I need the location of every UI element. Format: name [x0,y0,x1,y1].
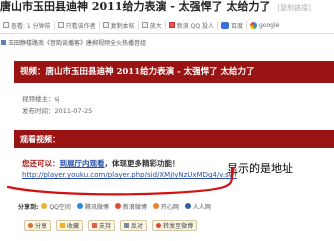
share-service-label: 新浪微博 [122,203,147,211]
toolbar-label: 复制本帖 [110,22,135,30]
baidu-icon [220,21,229,29]
toolbar-label: 查看: 1 分钟前 [11,22,51,30]
zoom-icon [141,22,148,28]
annotation-text: 显示的是地址 [227,162,293,175]
share-kaixin[interactable]: 开心网 [152,202,179,211]
eye-icon [3,22,9,28]
video-title-banner: 视频：唐山市玉田县迪神 2011给力表演 - 太强悍了 太给力了 [14,61,334,83]
share-renren[interactable]: 人人网 [184,202,211,211]
post-actions: 分享 收藏 支持 反对 转发至微博 [24,218,334,232]
forum-icon [1,39,6,45]
video-uploader: 视频楼主：sj [22,95,60,103]
star-icon [60,222,66,228]
support-button[interactable]: 支持 [88,219,116,231]
sina-weibo-icon [114,203,121,209]
copy-link-tag[interactable]: [复制链接] [277,4,310,12]
gallery-link[interactable]: 到展厅内观看 [60,159,105,168]
breadcrumb[interactable]: 玉田静楼路南《音韵谈播客》唐柳视频全火热播音组 [0,37,334,47]
toolbar-label: 百度 [230,22,243,30]
post-toolbar: 查看: 1 分钟前 只看该作者 复制本帖 放大 新浪 QQ 投人 百度 goog… [0,18,334,32]
share-bar: 分享到: QQ空间 腾讯微博 新浪微博 开心网 人人网 [18,200,318,212]
action-label: 转发至微博 [163,222,194,230]
action-label: 分享 [35,222,48,230]
video-url-link[interactable]: http://player.youku.com/player.php/sid/X… [22,171,237,179]
toolbar-item-zoom[interactable]: 放大 [139,20,166,30]
toolbar-item-baidu[interactable]: 百度 [218,20,247,30]
share-qzone[interactable]: QQ空间 [41,202,71,211]
breadcrumb-text: 玉田静楼路南《音韵谈播客》唐柳视频全火热播音组 [8,39,147,47]
page-title-text: 唐山市玉田县迪神 2011给力表演 - 太强悍了 太给力了 [0,0,271,13]
action-label: 反对 [131,222,144,230]
share-hint: 您还可以：到展厅内观看，体现更多精彩功能！ [22,158,180,169]
favorite-button[interactable]: 收藏 [56,219,84,231]
share-icon [28,222,33,228]
toolbar-label: 新浪 QQ 投人 [176,22,214,30]
share-service-label: QQ空间 [49,203,71,211]
divider [0,33,334,34]
toolbar-label: 只看该作者 [65,22,96,30]
share-button[interactable]: 分享 [24,219,52,231]
share-service-label: 腾讯微博 [84,203,109,211]
toolbar-item-share[interactable]: 新浪 QQ 投人 [166,20,218,30]
action-label: 收藏 [67,222,80,230]
qzone-icon [41,203,48,209]
toolbar-item-author-only[interactable]: 只看该作者 [55,20,100,30]
action-label: 支持 [99,222,112,230]
google-icon [249,21,257,29]
page-title: 唐山市玉田县迪神 2011给力表演 - 太强悍了 太给力了 [复制链接] [0,0,334,16]
toolbar-item-views: 查看: 1 分钟前 [0,20,55,30]
thumb-down-icon [124,222,130,228]
toolbar-item-google[interactable]: google [247,21,282,29]
share-hint-suffix: ，体现更多精彩功能！ [104,159,180,168]
renren-icon [184,203,191,209]
user-icon [57,22,64,28]
tencent-weibo-icon [76,203,83,209]
share-icon [168,22,175,28]
video-date: 发布时间：2011-07-25 [22,107,93,115]
watch-video-header: 观看视频： [14,130,334,148]
share-service-label: 开心网 [160,203,179,211]
oppose-button[interactable]: 反对 [120,219,148,231]
share-tencent-weibo[interactable]: 腾讯微博 [76,202,109,211]
copy-icon [102,22,109,28]
toolbar-label: google [258,21,280,29]
share-bar-label: 分享到: [18,203,39,211]
share-hint-prefix: 您还可以： [22,159,60,168]
forward-weibo-button[interactable]: 转发至微博 [152,219,198,231]
toolbar-item-copy[interactable]: 复制本帖 [100,20,139,30]
share-service-label: 人人网 [192,203,211,211]
share-sina-weibo[interactable]: 新浪微博 [114,202,147,211]
kaixin-icon [152,203,159,209]
toolbar-label: 放大 [149,22,162,30]
weibo-icon [156,222,162,228]
thumb-up-icon [92,222,98,228]
